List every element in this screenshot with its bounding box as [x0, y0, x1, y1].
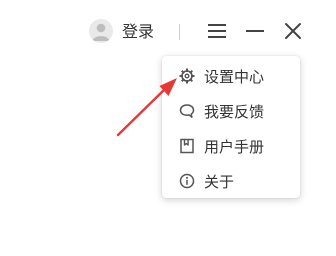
menu-item-feedback[interactable]: 我要反馈 [162, 94, 300, 128]
menu-item-manual[interactable]: 用户手册 [162, 129, 300, 163]
menu-item-label: 设置中心 [204, 67, 265, 86]
divider [179, 24, 180, 40]
user-avatar-icon[interactable] [89, 19, 113, 43]
close-icon[interactable] [280, 18, 306, 44]
login-link[interactable]: 登录 [122, 20, 154, 44]
hamburger-menu-icon[interactable] [204, 18, 230, 44]
menu-item-label: 用户手册 [204, 137, 265, 156]
main-menu-dropdown: 设置中心 我要反馈 用户手册 关于 [162, 56, 300, 198]
menu-item-about[interactable]: 关于 [162, 164, 300, 198]
title-bar: 登录 [0, 0, 336, 60]
menu-item-settings[interactable]: 设置中心 [162, 59, 300, 93]
menu-item-label: 关于 [204, 172, 235, 191]
menu-item-label: 我要反馈 [204, 102, 265, 121]
info-icon [179, 173, 195, 189]
speech-bubble-icon [179, 103, 195, 119]
minimize-icon[interactable] [242, 18, 268, 44]
manual-icon [179, 138, 195, 154]
gear-icon [179, 68, 195, 84]
